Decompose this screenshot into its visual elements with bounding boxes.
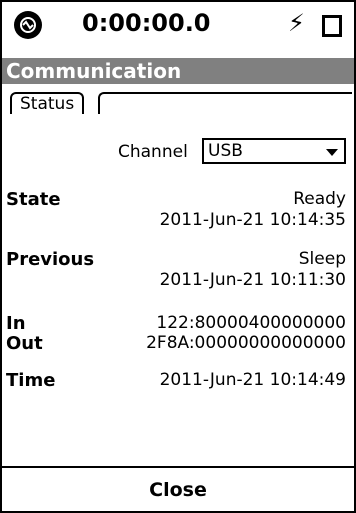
tab-strip: Status: [2, 84, 354, 114]
flash-icon: ⚡: [288, 9, 305, 37]
tab-status[interactable]: Status: [10, 92, 85, 114]
in-label: In: [6, 313, 26, 334]
channel-label: Channel: [118, 142, 188, 162]
elapsed-timer: 0:00:00.0: [82, 9, 211, 37]
out-label: Out: [6, 333, 43, 354]
chevron-down-icon: [326, 149, 338, 156]
window-title: Communication: [2, 58, 354, 84]
state-label: State: [6, 189, 61, 210]
close-button[interactable]: Close: [2, 468, 354, 511]
footer-bar: Close: [2, 466, 354, 511]
app-menu-glyph: [20, 17, 36, 33]
state-status: Ready: [293, 189, 346, 209]
channel-select[interactable]: USB: [202, 138, 346, 164]
out-value: 2F8A:00000000000000: [146, 333, 346, 353]
app-menu-icon[interactable]: [14, 11, 42, 39]
channel-select-value: USB: [208, 141, 243, 161]
previous-label: Previous: [6, 249, 95, 270]
state-timestamp: 2011-Jun-21 10:14:35: [159, 210, 346, 230]
tab-strip-border: [98, 92, 352, 114]
battery-icon: [322, 15, 342, 37]
time-value: 2011-Jun-21 10:14:49: [159, 370, 346, 390]
device-screen: 0:00:00.0 ⚡ Communication Status Channel…: [0, 0, 356, 513]
time-label: Time: [6, 370, 56, 391]
in-value: 122:80000400000000: [156, 313, 346, 333]
previous-status: Sleep: [298, 249, 346, 269]
previous-timestamp: 2011-Jun-21 10:11:30: [159, 270, 346, 290]
status-bar: 0:00:00.0 ⚡: [2, 2, 354, 58]
